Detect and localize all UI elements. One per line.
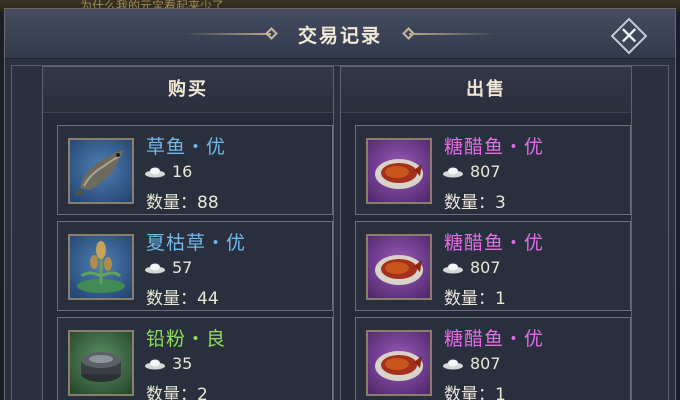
sell-panel-header: 出售 xyxy=(341,67,631,113)
item-price: 35 xyxy=(144,354,192,373)
sell-panel: 出售 糖醋鱼・优 807 数量：3 糖醋鱼・优 807 数量：1 糖醋鱼・优 8… xyxy=(340,66,632,400)
item-name: 糖醋鱼・优 xyxy=(444,232,545,254)
prunella-herb-icon xyxy=(68,234,134,300)
buy-item-row[interactable]: 草鱼・优 16 数量：88 xyxy=(57,125,333,215)
lead-powder-jar-icon xyxy=(68,330,134,396)
silver-ingot-icon xyxy=(443,167,463,178)
buy-item-row[interactable]: 夏枯草・优 57 数量：44 xyxy=(57,221,333,311)
window-title: 交易记录 xyxy=(297,25,382,47)
item-quantity: 数量：1 xyxy=(444,385,506,400)
sell-item-row[interactable]: 糖醋鱼・优 807 数量：1 xyxy=(355,221,631,311)
item-name: 夏枯草・优 xyxy=(146,232,247,254)
item-price: 57 xyxy=(144,258,192,277)
sweet-sour-fish-icon xyxy=(366,234,432,300)
price-value: 35 xyxy=(172,354,193,373)
sell-item-row[interactable]: 糖醋鱼・优 807 数量：3 xyxy=(355,125,631,215)
item-quantity: 数量：2 xyxy=(146,385,208,400)
item-price: 807 xyxy=(442,162,501,181)
price-value: 807 xyxy=(470,258,501,277)
price-value: 57 xyxy=(172,258,193,277)
price-value: 807 xyxy=(470,162,501,181)
price-value: 807 xyxy=(470,354,501,373)
item-name: 糖醋鱼・优 xyxy=(444,328,545,350)
buy-panel: 购买 草鱼・优 16 数量：88 夏枯草・优 57 数量：44 铅粉・良 35 … xyxy=(42,66,334,400)
silver-ingot-icon xyxy=(443,359,463,370)
buy-panel-header: 购买 xyxy=(43,67,333,113)
buy-item-row[interactable]: 铅粉・良 35 数量：2 xyxy=(57,317,333,400)
item-price: 807 xyxy=(442,354,501,373)
item-name: 糖醋鱼・优 xyxy=(444,136,545,158)
item-name: 草鱼・优 xyxy=(146,136,227,158)
close-icon: ✕ xyxy=(618,22,640,50)
sell-item-row[interactable]: 糖醋鱼・优 807 数量：1 xyxy=(355,317,631,400)
price-value: 16 xyxy=(172,162,193,181)
silver-ingot-icon xyxy=(145,359,165,370)
item-price: 807 xyxy=(442,258,501,277)
grass-carp-icon xyxy=(68,138,134,204)
item-quantity: 数量：88 xyxy=(146,193,219,213)
silver-ingot-icon xyxy=(145,167,165,178)
sweet-sour-fish-icon xyxy=(366,138,432,204)
close-button[interactable]: ✕ xyxy=(609,17,649,55)
silver-ingot-icon xyxy=(443,263,463,274)
item-quantity: 数量：44 xyxy=(146,289,219,309)
window-header: 交易记录 ✕ xyxy=(5,9,675,59)
item-quantity: 数量：1 xyxy=(444,289,506,309)
sweet-sour-fish-icon xyxy=(366,330,432,396)
item-price: 16 xyxy=(144,162,192,181)
item-name: 铅粉・良 xyxy=(146,328,227,350)
silver-ingot-icon xyxy=(145,263,165,274)
item-quantity: 数量：3 xyxy=(444,193,506,213)
